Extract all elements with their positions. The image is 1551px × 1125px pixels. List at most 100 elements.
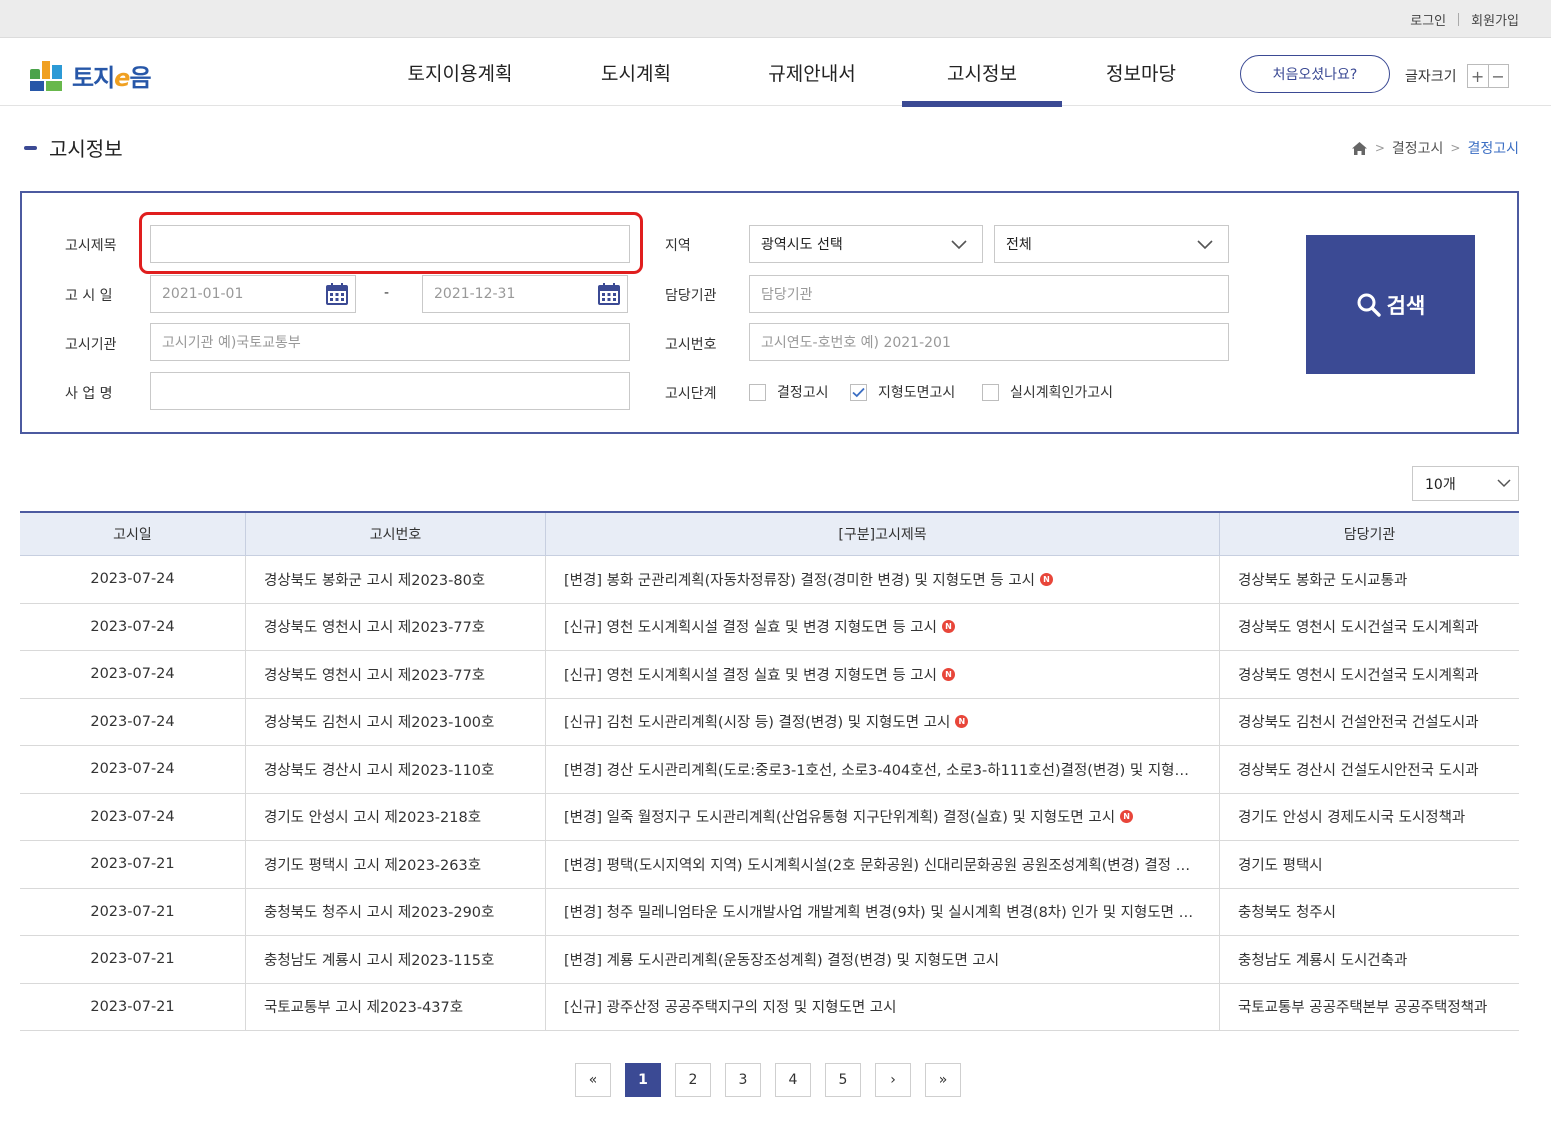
calendar-icon[interactable]: [597, 282, 621, 306]
page-1-button[interactable]: 1: [625, 1063, 661, 1097]
cell-title[interactable]: [변경] 계룡 도시관리계획(운동장조성계획) 결정(변경) 및 지형도면 고시: [546, 936, 1220, 983]
cell-title[interactable]: [변경] 경산 도시관리계획(도로:중로3-1호선, 소로3-404호선, 소로…: [546, 746, 1220, 793]
cell-title-link[interactable]: [변경] 계룡 도시관리계획(운동장조성계획) 결정(변경) 및 지형도면 고시: [564, 949, 999, 970]
cell-title[interactable]: [신규] 김천 도시관리계획(시장 등) 결정(변경) 및 지형도면 고시 N: [546, 698, 1220, 745]
date-from-input[interactable]: 2021-01-01: [150, 275, 356, 313]
pagination: « 1 2 3 4 5 › »: [575, 1063, 975, 1097]
page-size-value: 10개: [1425, 476, 1456, 493]
cell-title-link[interactable]: [신규] 영천 도시계획시설 결정 실효 및 변경 지형도면 등 고시: [564, 616, 937, 637]
nav-notice-info[interactable]: 고시정보: [902, 38, 1062, 107]
cell-agency-text: 경기도 평택시: [1238, 857, 1323, 874]
home-icon[interactable]: [1351, 141, 1368, 156]
table-body: 2023-07-24 경상북도 봉화군 고시 제2023-80호 [변경] 봉화 군…: [20, 556, 1519, 1031]
table-row[interactable]: 2023-07-21 국토교통부 고시 제2023-437호 [신규] 광주산정 공…: [20, 983, 1519, 1031]
project-name-input[interactable]: [150, 372, 630, 410]
page-4-button[interactable]: 4: [775, 1063, 811, 1097]
page-size-select[interactable]: 10개: [1412, 466, 1519, 501]
cell-title[interactable]: [변경] 평택(도시지역외 지역) 도시계획시설(2호 문화공원) 신대리문화공…: [546, 841, 1220, 888]
cell-title[interactable]: [변경] 청주 밀레니엄타운 도시개발사업 개발계획 변경(9차) 및 실시계획…: [546, 888, 1220, 935]
cell-title[interactable]: [신규] 광주산정 공공주택지구의 지정 및 지형도면 고시: [546, 983, 1220, 1030]
table-row[interactable]: 2023-07-24 경기도 안성시 고시 제2023-218호 [변경] 일죽 월…: [20, 793, 1519, 841]
agency-input[interactable]: 고시기관 예)국토교통부: [150, 323, 630, 361]
breadcrumb: > 결정고시 > 결정고시: [1351, 138, 1519, 158]
breadcrumb-level1[interactable]: 결정고시: [1392, 138, 1444, 158]
region-sub-select[interactable]: 전체: [994, 225, 1229, 263]
cell-title[interactable]: [변경] 일죽 월정지구 도시관리계획(산업유통형 지구단위계획) 결정(실효)…: [546, 793, 1220, 840]
font-size-buttons: + −: [1466, 64, 1509, 88]
table-row[interactable]: 2023-07-21 경기도 평택시 고시 제2023-263호 [변경] 평택(도…: [20, 841, 1519, 889]
logo[interactable]: 토지e음: [30, 58, 152, 93]
table-row[interactable]: 2023-07-24 경상북도 영천시 고시 제2023-77호 [신규] 영천 도…: [20, 651, 1519, 699]
date-to-value: 2021-12-31: [434, 286, 516, 302]
first-page-button[interactable]: «: [575, 1063, 611, 1097]
notice-date-label: 고 시 일: [65, 288, 113, 304]
cell-agency: 경상북도 영천시 도시건설국 도시계획과: [1220, 604, 1519, 651]
cell-number: 경기도 안성시 고시 제2023-218호: [246, 793, 546, 840]
col-header-number: 고시번호: [246, 513, 546, 555]
table-row[interactable]: 2023-07-24 경상북도 봉화군 고시 제2023-80호 [변경] 봉화 군…: [20, 556, 1519, 604]
cell-title-link[interactable]: [변경] 청주 밀레니엄타운 도시개발사업 개발계획 변경(9차) 및 실시계획…: [564, 901, 1202, 922]
cell-title-link[interactable]: [변경] 일죽 월정지구 도시관리계획(산업유통형 지구단위계획) 결정(실효)…: [564, 806, 1115, 827]
checkbox-box-checked[interactable]: [850, 383, 867, 401]
checkbox-box[interactable]: [749, 383, 766, 401]
login-link[interactable]: 로그인: [1410, 10, 1446, 29]
agency-label: 고시기관: [65, 337, 117, 353]
dept-input[interactable]: 담당기관: [749, 275, 1229, 313]
page-2-button[interactable]: 2: [675, 1063, 711, 1097]
notice-number-label: 고시번호: [665, 337, 717, 353]
first-visit-button[interactable]: 처음오셨나요?: [1240, 55, 1390, 93]
table-row[interactable]: 2023-07-21 충청북도 청주시 고시 제2023-290호 [변경] 청주 …: [20, 888, 1519, 936]
cell-title-link[interactable]: [변경] 봉화 군관리계획(자동차정류장) 결정(경미한 변경) 및 지형도면 …: [564, 569, 1035, 590]
next-page-button[interactable]: ›: [875, 1063, 911, 1097]
top-utility-bar: 로그인 회원가입: [0, 0, 1551, 38]
cell-title-link[interactable]: [신규] 광주산정 공공주택지구의 지정 및 지형도면 고시: [564, 996, 896, 1017]
cell-title-link[interactable]: [변경] 경산 도시관리계획(도로:중로3-1호선, 소로3-404호선, 소로…: [564, 759, 1202, 780]
nav-regulation-guide[interactable]: 규제안내서: [722, 38, 902, 106]
page-5-button[interactable]: 5: [825, 1063, 861, 1097]
calendar-icon[interactable]: [325, 282, 349, 306]
cell-agency: 경상북도 봉화군 도시교통과: [1220, 556, 1519, 603]
checkbox-box[interactable]: [982, 383, 999, 401]
font-increase-button[interactable]: +: [1468, 65, 1488, 87]
date-to-input[interactable]: 2021-12-31: [422, 275, 628, 313]
nav-urban-plan[interactable]: 도시계획: [550, 38, 722, 106]
cell-title[interactable]: [신규] 영천 도시계획시설 결정 실효 및 변경 지형도면 등 고시 N: [546, 651, 1220, 698]
cell-agency-text: 경상북도 봉화군 도시교통과: [1238, 572, 1408, 589]
project-name-label: 사 업 명: [65, 386, 113, 402]
stage-decision-checkbox[interactable]: 결정고시: [749, 382, 829, 402]
stage-implementation-checkbox[interactable]: 실시계획인가고시: [982, 382, 1113, 402]
cell-number: 경상북도 영천시 고시 제2023-77호: [246, 603, 546, 650]
cell-date: 2023-07-24: [20, 556, 246, 603]
cell-agency-text: 경상북도 영천시 도시건설국 도시계획과: [1238, 620, 1479, 637]
cell-agency-text: 국토교통부 공공주택본부 공공주택정책과: [1238, 1000, 1488, 1017]
stage-topographic-label: 지형도면고시: [878, 385, 956, 401]
nav-land-use-plan[interactable]: 토지이용계획: [370, 38, 550, 106]
table-row[interactable]: 2023-07-21 충청남도 계룡시 고시 제2023-115호 [변경] 계룡 …: [20, 936, 1519, 984]
new-badge-icon: N: [941, 620, 955, 634]
cell-title-link[interactable]: [신규] 김천 도시관리계획(시장 등) 결정(변경) 및 지형도면 고시: [564, 711, 950, 732]
last-page-button[interactable]: »: [925, 1063, 961, 1097]
cell-agency: 경기도 안성시 경제도시국 도시정책과: [1220, 794, 1519, 841]
nav-info-plaza[interactable]: 정보마당: [1062, 38, 1220, 106]
chevron-down-icon: [1197, 240, 1213, 250]
cell-title[interactable]: [변경] 봉화 군관리계획(자동차정류장) 결정(경미한 변경) 및 지형도면 …: [546, 556, 1220, 603]
breadcrumb-current[interactable]: 결정고시: [1467, 138, 1519, 158]
search-button[interactable]: 검색: [1306, 235, 1475, 374]
table-row[interactable]: 2023-07-24 경상북도 김천시 고시 제2023-100호 [신규] 김천 …: [20, 698, 1519, 746]
col-header-agency: 담당기관: [1343, 527, 1396, 543]
stage-topographic-checkbox[interactable]: 지형도면고시: [850, 382, 955, 402]
font-decrease-button[interactable]: −: [1487, 65, 1508, 87]
page-3-button[interactable]: 3: [725, 1063, 761, 1097]
signup-link[interactable]: 회원가입: [1471, 10, 1519, 29]
cell-date: 2023-07-21: [20, 841, 246, 888]
table-row[interactable]: 2023-07-24 경상북도 영천시 고시 제2023-77호 [신규] 영천 도…: [20, 603, 1519, 651]
cell-title[interactable]: [신규] 영천 도시계획시설 결정 실효 및 변경 지형도면 등 고시 N: [546, 603, 1220, 650]
cell-title-link[interactable]: [신규] 영천 도시계획시설 결정 실효 및 변경 지형도면 등 고시: [564, 664, 937, 685]
cell-number: 경상북도 경산시 고시 제2023-110호: [246, 746, 546, 793]
region-select[interactable]: 광역시도 선택: [749, 225, 983, 263]
table-row[interactable]: 2023-07-24 경상북도 경산시 고시 제2023-110호 [변경] 경산 …: [20, 746, 1519, 794]
cell-title-link[interactable]: [변경] 평택(도시지역외 지역) 도시계획시설(2호 문화공원) 신대리문화공…: [564, 854, 1202, 875]
cell-date: 2023-07-24: [20, 651, 246, 698]
new-badge-icon: N: [955, 715, 969, 729]
notice-number-input[interactable]: 고시연도-호번호 예) 2021-201: [749, 323, 1229, 361]
